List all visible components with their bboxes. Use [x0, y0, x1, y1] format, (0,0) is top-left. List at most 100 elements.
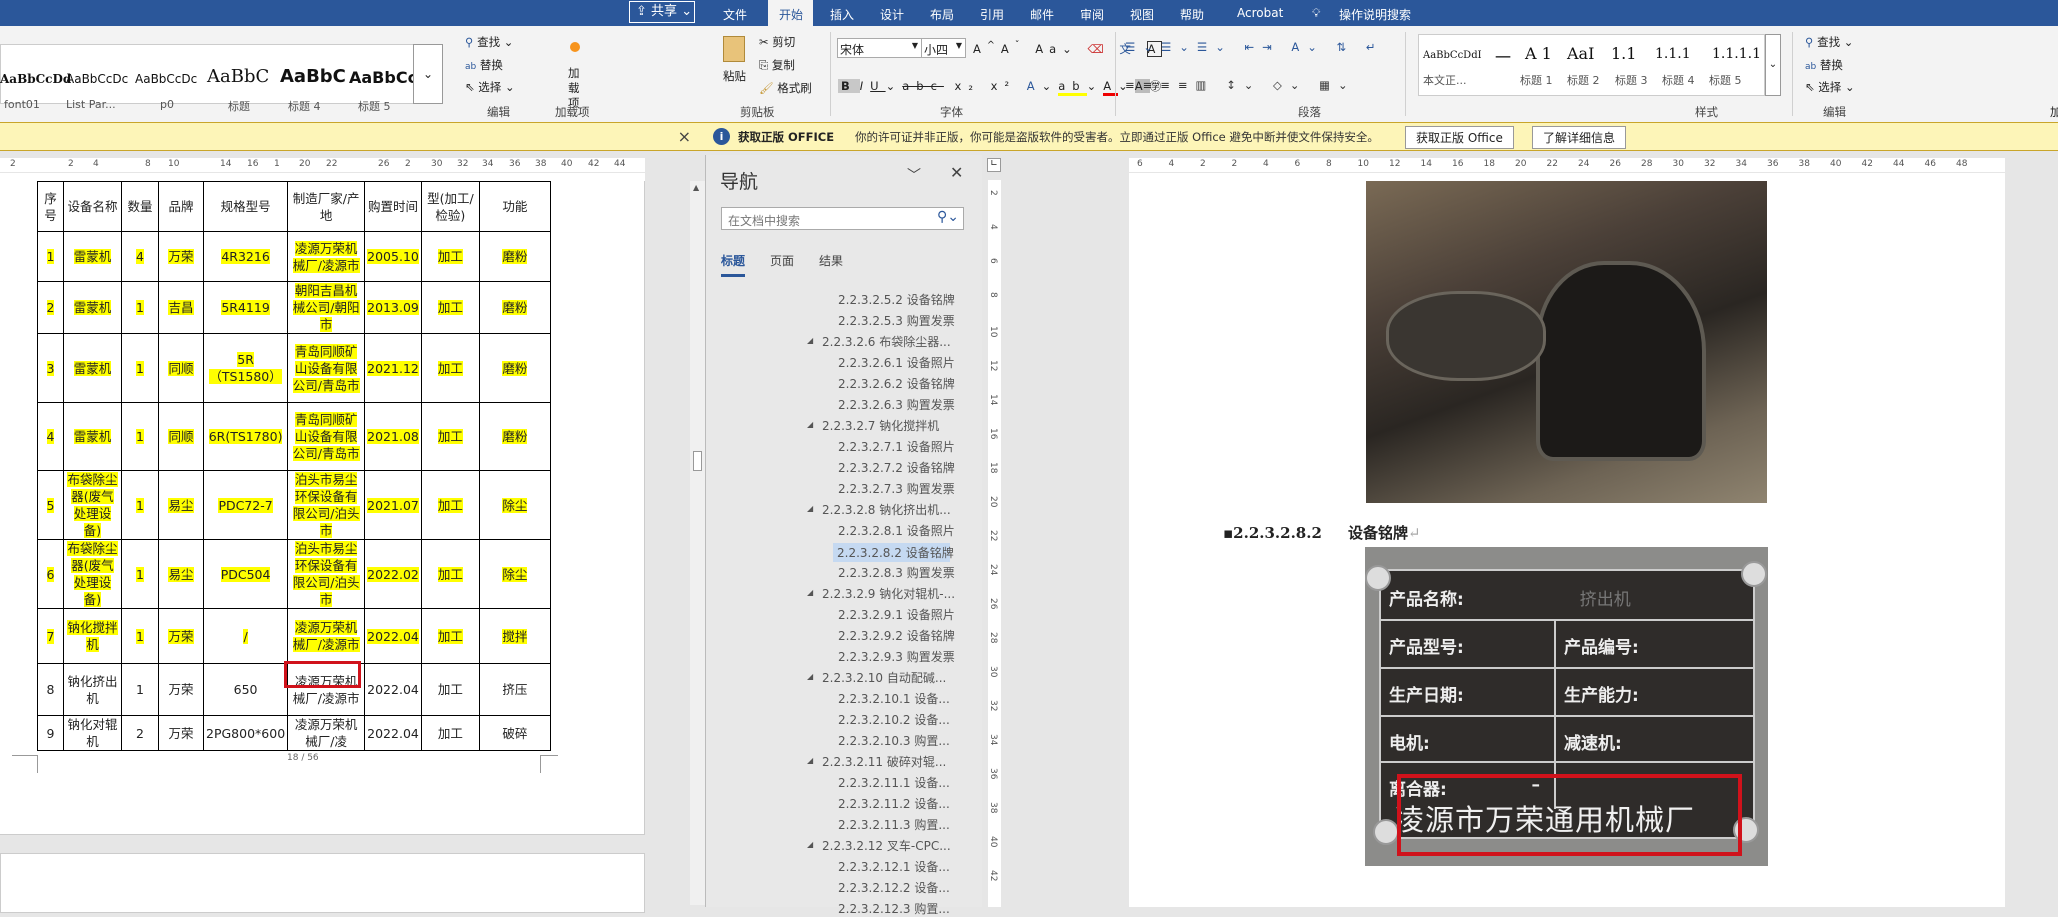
table-cell[interactable]: 凌源万荣机械厂/凌 — [287, 715, 366, 751]
paste-icon[interactable] — [723, 36, 745, 62]
style-preview[interactable]: AaBbC — [207, 66, 269, 87]
nav-heading-item[interactable]: 2.2.3.2.6.1 设备照片 — [838, 354, 955, 371]
table-cell[interactable]: 4 — [37, 402, 64, 471]
table-cell[interactable]: 2021.07 — [364, 470, 422, 540]
table-cell[interactable]: 雷蒙机 — [63, 231, 122, 282]
table-cell[interactable]: 雷蒙机 — [63, 281, 122, 334]
nav-heading-item[interactable]: 2.2.3.2.9.3 购置发票 — [838, 648, 955, 665]
table-cell[interactable]: 加工 — [420, 608, 480, 664]
learn-more-button[interactable]: 了解详细信息 — [1532, 126, 1627, 149]
nav-heading-item[interactable]: 2.2.3.2.11.2 设备... — [838, 795, 950, 812]
table-cell[interactable]: 6R(TS1780) — [202, 402, 289, 471]
table-cell[interactable]: 650 — [202, 663, 289, 716]
collapse-triangle-icon[interactable]: ◢ — [807, 336, 813, 345]
font-name-select[interactable]: 宋体 ▼ — [837, 38, 922, 58]
table-cell[interactable]: 易尘 — [158, 470, 204, 540]
table-cell[interactable]: 雷蒙机 — [63, 333, 122, 403]
table-cell[interactable]: 破碎 — [478, 715, 551, 751]
table-cell[interactable]: 朝阳吉昌机械公司/朝阳市 — [287, 281, 366, 334]
nav-heading-item[interactable]: 2.2.3.2.9 钠化对辊机-... — [822, 585, 955, 602]
table-cell[interactable]: 2022.04 — [364, 715, 422, 751]
table-cell[interactable]: 7 — [37, 608, 64, 664]
nav-heading-item[interactable]: 2.2.3.2.6 布袋除尘器... — [822, 333, 951, 350]
collapse-triangle-icon[interactable]: ◢ — [807, 840, 813, 849]
table-cell[interactable]: PDC72-7 — [202, 470, 289, 540]
style-preview[interactable]: AaI — [1567, 44, 1594, 63]
tab-mailings[interactable]: 邮件 — [1030, 6, 1054, 23]
table-cell[interactable]: 4R3216 — [202, 231, 289, 282]
tab-acrobat[interactable]: Acrobat — [1237, 6, 1283, 20]
table-cell[interactable]: 5R（TS1580） — [202, 333, 289, 403]
nav-heading-item[interactable]: 2.2.3.2.5.3 购置发票 — [838, 312, 955, 329]
copy-button[interactable]: ⎘ 复制 — [759, 57, 795, 73]
style-preview[interactable]: AaBbC — [280, 66, 346, 87]
table-cell[interactable]: 2022.02 — [364, 539, 422, 609]
table-cell[interactable]: 吉昌 — [158, 281, 204, 334]
table-cell[interactable]: 泊头市易尘环保设备有限公司/泊头市 — [287, 470, 366, 540]
table-cell[interactable]: 1 — [121, 281, 159, 334]
nav-heading-item[interactable]: 2.2.3.2.10.1 设备... — [838, 690, 950, 707]
get-genuine-office-button[interactable]: 获取正版 Office — [1405, 126, 1514, 149]
nav-heading-item[interactable]: 2.2.3.2.9.1 设备照片 — [838, 606, 955, 623]
table-cell[interactable]: 1 — [121, 402, 159, 471]
table-cell[interactable]: 钠化对辊机 — [63, 715, 122, 751]
table-cell[interactable]: 除尘 — [478, 539, 551, 609]
tab-review[interactable]: 审阅 — [1080, 6, 1104, 23]
table-cell[interactable]: 搅拌 — [478, 608, 551, 664]
table-cell[interactable]: 加工 — [420, 333, 480, 403]
find-button[interactable]: ⚲ 查找 ⌄ — [1805, 34, 1853, 50]
scroll-up-icon[interactable]: ▲ — [693, 183, 699, 192]
search-icon[interactable]: ⚲⌄ — [937, 209, 959, 225]
nav-heading-item[interactable]: 2.2.3.2.11.1 设备... — [838, 774, 950, 791]
gallery-more-button[interactable]: ⌄ — [413, 44, 443, 104]
table-cell[interactable]: 易尘 — [158, 539, 204, 609]
table-cell[interactable]: 同顺 — [158, 333, 204, 403]
style-preview[interactable]: 1.1.1.1 — [1712, 46, 1761, 62]
collapse-triangle-icon[interactable]: ◢ — [807, 588, 813, 597]
table-cell[interactable]: 挤压 — [478, 663, 551, 716]
nav-heading-item[interactable]: 2.2.3.2.12.3 购置... — [838, 900, 950, 917]
nav-heading-item[interactable]: 2.2.3.2.11.3 购置... — [838, 816, 950, 833]
find-button[interactable]: ⚲ 查找 ⌄ — [465, 34, 513, 50]
select-button[interactable]: ⇖ 选择 ⌄ — [1805, 79, 1855, 95]
collapse-triangle-icon[interactable]: ◢ — [807, 756, 813, 765]
table-cell[interactable]: 青岛同顺矿山设备有限公司/青岛市 — [287, 402, 366, 471]
nav-heading-item[interactable]: 2.2.3.2.8.3 购置发票 — [838, 564, 955, 581]
style-preview[interactable]: 1.1.1 — [1655, 46, 1691, 62]
table-cell[interactable]: 同顺 — [158, 402, 204, 471]
table-cell[interactable]: 青岛同顺矿山设备有限公司/青岛市 — [287, 333, 366, 403]
nav-heading-item[interactable]: 2.2.3.2.11 破碎对辊... — [822, 753, 946, 770]
style-preview[interactable]: 1.1 — [1611, 44, 1636, 63]
table-cell[interactable]: 磨粉 — [478, 231, 551, 282]
share-button[interactable]: ⇪ 共享 ⌄ — [629, 1, 695, 23]
nav-tab-headings[interactable]: 标题 — [721, 252, 746, 277]
nav-heading-item[interactable]: 2.2.3.2.10.3 购置... — [838, 732, 950, 749]
table-cell[interactable]: 1 — [121, 663, 159, 716]
font-size-select[interactable]: 小四 ▼ — [921, 38, 966, 58]
table-cell[interactable]: 磨粉 — [478, 281, 551, 334]
align-buttons[interactable]: ≡≡≡≡▥ ↕⌄ ◇⌄ ▦⌄ — [1125, 78, 1356, 92]
style-preview[interactable]: AaBbCcDc — [135, 72, 197, 86]
tell-me-search[interactable]: 操作说明搜索 — [1339, 6, 1411, 23]
tab-selector[interactable]: ∟ — [987, 158, 1001, 172]
table-cell[interactable]: 万荣 — [158, 231, 204, 282]
table-cell[interactable]: 加工 — [420, 715, 480, 751]
tab-design[interactable]: 设计 — [880, 6, 904, 23]
tab-insert[interactable]: 插入 — [830, 6, 854, 23]
nav-heading-item[interactable]: 2.2.3.2.7.1 设备照片 — [838, 438, 955, 455]
tab-home[interactable]: 开始 — [779, 6, 803, 23]
table-cell[interactable]: 1 — [121, 333, 159, 403]
table-cell[interactable]: 加工 — [420, 663, 480, 716]
tab-layout[interactable]: 布局 — [930, 6, 954, 23]
style-preview[interactable]: AaBbCc — [349, 68, 417, 87]
table-cell[interactable]: 6 — [37, 539, 64, 609]
table-cell[interactable]: 加工 — [420, 231, 480, 282]
document-page[interactable]: ▪2.2.3.2.8.2 设备铭牌↵ 产品名称: 挤出机 产品型号: 产品编号:… — [1129, 173, 2005, 907]
replace-button[interactable]: ab 替换 — [1805, 57, 1843, 73]
horizontal-ruler[interactable]: 6 4 2 2 4 6 8 10 12 14 16 18 20 22 24 26 28 30 32 34 36 38 40 4… — [1129, 158, 2005, 172]
table-cell[interactable]: 万荣 — [158, 663, 204, 716]
nav-tab-results[interactable]: 结果 — [819, 252, 843, 269]
table-cell[interactable]: 除尘 — [478, 470, 551, 540]
nav-heading-item[interactable]: 2.2.3.2.10.2 设备... — [838, 711, 950, 728]
nav-heading-item[interactable]: 2.2.3.2.8.2 设备铭牌 — [833, 543, 954, 562]
